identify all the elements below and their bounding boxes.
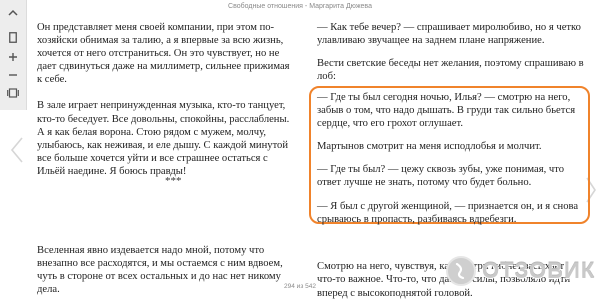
reader-toolbar <box>0 0 27 110</box>
paragraph: — Как тебе вечер? — спрашивает миролюбив… <box>317 22 581 47</box>
page-icon[interactable] <box>6 30 20 44</box>
page-counter: 294 из 542 <box>284 283 316 290</box>
minus-icon[interactable] <box>6 68 20 82</box>
paragraph: — Я был с другой женщиной, — признается … <box>317 200 579 225</box>
paragraph: — Где ты был сегодня ночью, Илья? — смот… <box>317 92 576 130</box>
paragraph: Вести светские беседы нет желания, поэто… <box>317 58 584 83</box>
paragraph: Он представляет меня своей компании, при… <box>37 22 290 86</box>
plus-icon[interactable] <box>6 50 20 64</box>
paragraph: В зале играет непринужденная музыка, кто… <box>37 100 290 177</box>
paragraph: Мартынов смотрит на меня исподлобья и мо… <box>317 141 542 153</box>
book-view-icon[interactable] <box>6 86 20 100</box>
previous-page-arrow-icon[interactable] <box>10 136 24 164</box>
otzovik-logo-icon <box>446 256 476 286</box>
highlighted-passage: — Где ты был сегодня ночью, Илья? — смот… <box>317 91 585 226</box>
book-title-header: Свободные отношения - Маргарита Дюжева <box>228 3 372 10</box>
watermark-text: ОТЗОВИК <box>482 258 596 283</box>
left-page: Он представляет меня своей компании, при… <box>37 21 297 296</box>
section-separator: *** <box>165 175 182 187</box>
paragraph: — Где ты был? — цежу сквозь зубы, уже по… <box>317 164 565 189</box>
